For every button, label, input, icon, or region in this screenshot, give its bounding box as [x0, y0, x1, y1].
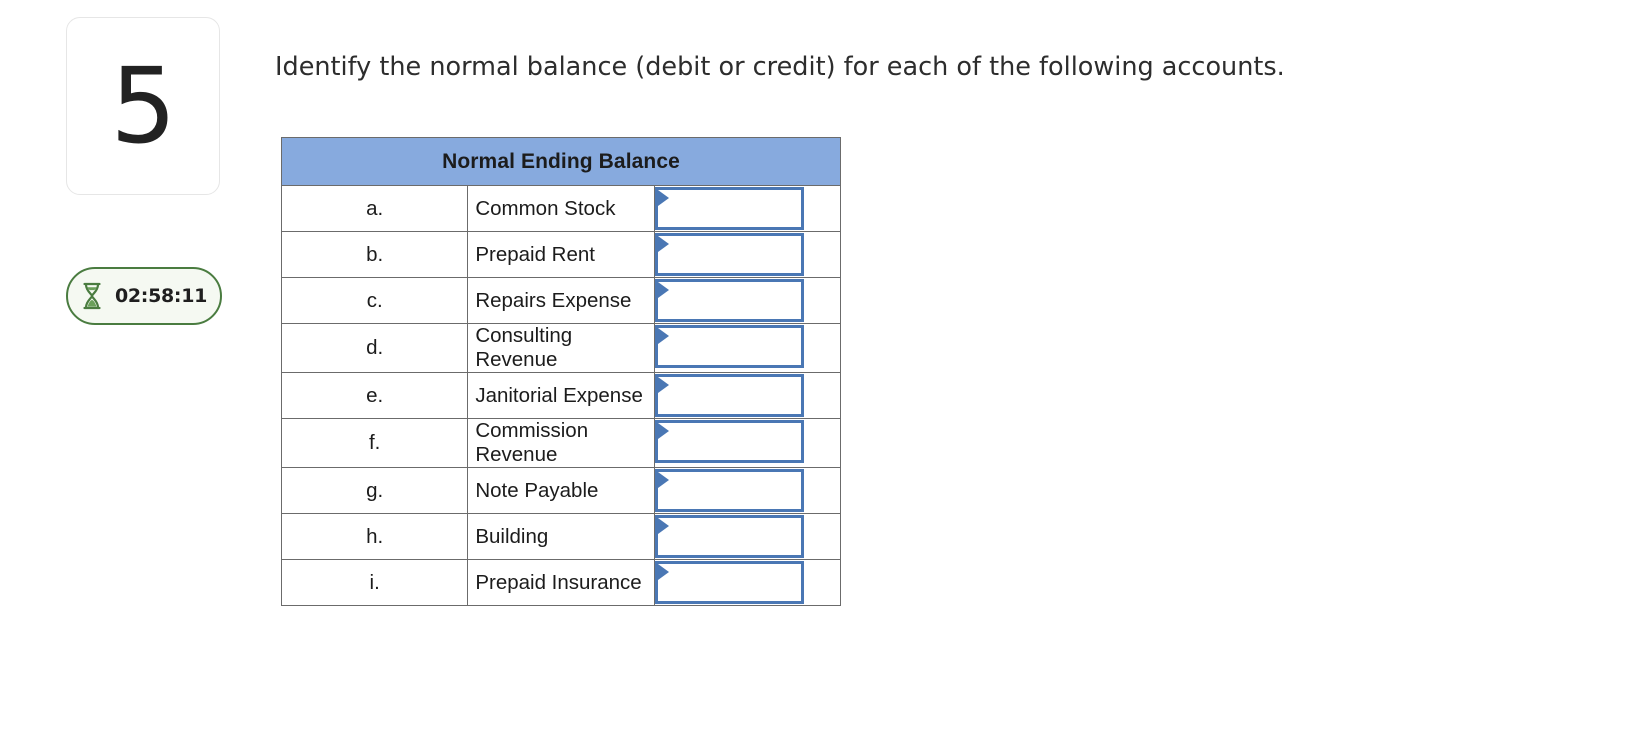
table-body: a. Common Stock b. Prepaid Rent c. Repairs Ex…: [280, 185, 842, 606]
account-name: Prepaid Rent: [467, 231, 655, 278]
timer-badge: 02:58:11: [66, 267, 222, 325]
dropdown-marker-icon: [657, 472, 669, 488]
normal-balance-select[interactable]: [654, 233, 804, 276]
dropdown-marker-icon: [657, 377, 669, 393]
timer-value: 02:58:11: [114, 285, 208, 307]
normal-balance-select[interactable]: [654, 420, 804, 463]
question-prompt: Identify the normal balance (debit or cr…: [275, 52, 1285, 82]
dropdown-marker-icon: [657, 518, 669, 534]
account-name: Commission Revenue: [467, 418, 655, 468]
row-letter: c.: [280, 277, 469, 324]
dropdown-marker-icon: [657, 328, 669, 344]
answer-cell[interactable]: [654, 418, 842, 468]
table-row: e. Janitorial Expense: [280, 372, 842, 419]
normal-balance-select[interactable]: [654, 515, 804, 558]
table-row: h. Building: [280, 513, 842, 560]
table-row: c. Repairs Expense: [280, 277, 842, 324]
account-name: Repairs Expense: [467, 277, 655, 324]
normal-balance-select[interactable]: [654, 325, 804, 368]
table-row: f. Commission Revenue: [280, 418, 842, 468]
answer-cell[interactable]: [654, 559, 842, 606]
question-number-card: 5: [66, 17, 220, 195]
answer-cell[interactable]: [654, 513, 842, 560]
account-name: Consulting Revenue: [467, 323, 655, 373]
answer-cell[interactable]: [654, 231, 842, 278]
row-letter: d.: [280, 323, 469, 373]
normal-balance-select[interactable]: [654, 469, 804, 512]
row-letter: b.: [280, 231, 469, 278]
dropdown-marker-icon: [657, 282, 669, 298]
question-sidebar: 5 02:58:11: [66, 17, 222, 325]
table-row: d. Consulting Revenue: [280, 323, 842, 373]
normal-balance-select[interactable]: [654, 279, 804, 322]
hourglass-icon: [81, 282, 103, 310]
dropdown-marker-icon: [657, 564, 669, 580]
account-name: Janitorial Expense: [467, 372, 655, 419]
answer-cell[interactable]: [654, 372, 842, 419]
question-number: 5: [110, 45, 176, 167]
table-header-normal-ending-balance: Normal Ending Balance: [281, 137, 841, 186]
account-name: Common Stock: [467, 185, 655, 232]
row-letter: e.: [280, 372, 469, 419]
dropdown-marker-icon: [657, 190, 669, 206]
account-name: Note Payable: [467, 467, 655, 514]
answer-cell[interactable]: [654, 467, 842, 514]
answer-cell[interactable]: [654, 323, 842, 373]
table-row: a. Common Stock: [280, 185, 842, 232]
row-letter: f.: [280, 418, 469, 468]
account-name: Building: [467, 513, 655, 560]
normal-balance-table: Normal Ending Balance a. Common Stock b. Pr…: [280, 137, 842, 606]
normal-balance-table-wrapper: Normal Ending Balance a. Common Stock b. Pr…: [280, 137, 842, 606]
account-name: Prepaid Insurance: [467, 559, 655, 606]
dropdown-marker-icon: [657, 236, 669, 252]
table-header-row: Normal Ending Balance: [281, 137, 841, 186]
row-letter: h.: [280, 513, 469, 560]
table-row: b. Prepaid Rent: [280, 231, 842, 278]
answer-cell[interactable]: [654, 185, 842, 232]
normal-balance-select[interactable]: [654, 374, 804, 417]
row-letter: a.: [280, 185, 469, 232]
normal-balance-select[interactable]: [654, 187, 804, 230]
answer-cell[interactable]: [654, 277, 842, 324]
table-row: i. Prepaid Insurance: [280, 559, 842, 606]
table-row: g. Note Payable: [280, 467, 842, 514]
row-letter: g.: [280, 467, 469, 514]
row-letter: i.: [280, 559, 469, 606]
normal-balance-select[interactable]: [654, 561, 804, 604]
dropdown-marker-icon: [657, 423, 669, 439]
